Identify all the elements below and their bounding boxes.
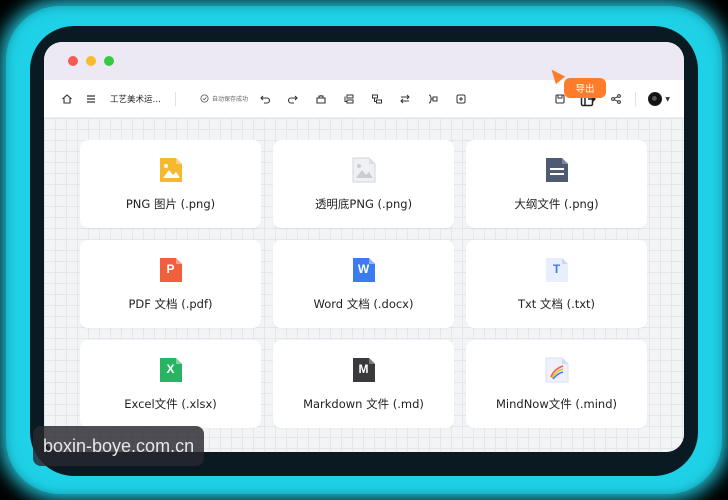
avatar[interactable]: [648, 92, 663, 106]
mindnow-file-icon: [544, 356, 570, 384]
word-letter: W: [357, 262, 370, 276]
txt-letter: T: [552, 262, 561, 276]
save-status: 自动保存成功: [200, 94, 248, 103]
transparent-png-icon: [351, 156, 377, 184]
user-menu[interactable]: ▼: [648, 92, 670, 106]
export-option-label: PDF 文档 (.pdf): [128, 297, 213, 311]
close-window-button[interactable]: [68, 56, 78, 66]
insert-topic-icon[interactable]: [340, 90, 358, 108]
toolbar-divider: [635, 92, 637, 106]
export-option-word[interactable]: W Word 文档 (.docx): [273, 240, 454, 328]
markdown-file-icon: M: [351, 356, 377, 384]
export-tooltip: 导出: [564, 78, 606, 98]
txt-file-icon: T: [544, 256, 570, 284]
export-option-txt[interactable]: T Txt 文档 (.txt): [466, 240, 647, 328]
export-option-markdown[interactable]: M Markdown 文件 (.md): [273, 340, 454, 428]
pdf-file-icon: P: [158, 256, 184, 284]
outline-file-icon: [544, 156, 570, 184]
export-option-excel[interactable]: X Excel文件 (.xlsx): [80, 340, 261, 428]
minimize-window-button[interactable]: [86, 56, 96, 66]
export-option-label: PNG 图片 (.png): [125, 197, 216, 211]
png-image-icon: [158, 156, 184, 184]
excel-file-icon: X: [158, 356, 184, 384]
toolbar-divider: [175, 91, 177, 106]
export-option-label: 透明底PNG (.png): [314, 197, 413, 211]
export-option-label: 大纲文件 (.png): [514, 197, 599, 211]
share-icon[interactable]: [605, 88, 627, 110]
export-option-png[interactable]: PNG 图片 (.png): [80, 140, 261, 228]
insert-subtopic-icon[interactable]: [368, 90, 386, 108]
redo-icon[interactable]: [284, 90, 302, 108]
excel-letter: X: [166, 362, 175, 376]
summary-icon[interactable]: [424, 90, 442, 108]
undo-icon[interactable]: [256, 90, 274, 108]
edit-tools: [256, 90, 470, 108]
export-options-grid: PNG 图片 (.png) 透明底PNG (.png) 大纲文件 (.png) …: [80, 140, 647, 428]
menu-icon[interactable]: [82, 90, 100, 108]
format-painter-icon[interactable]: [312, 90, 330, 108]
maximize-window-button[interactable]: [104, 56, 114, 66]
home-icon[interactable]: [58, 90, 76, 108]
export-option-mindnow[interactable]: MindNow文件 (.mind): [466, 340, 647, 428]
add-icon[interactable]: [452, 90, 470, 108]
pdf-letter: P: [166, 262, 175, 276]
document-title[interactable]: 工艺美术运…: [110, 93, 161, 105]
title-bar: [44, 42, 684, 80]
word-file-icon: W: [351, 256, 377, 284]
markdown-letter: M: [358, 362, 369, 376]
save-status-text: 自动保存成功: [212, 96, 249, 103]
app-window: 工艺美术运… 自动保存成功 ▼ PNG 图片 (.png) 透明底PNG (.p…: [44, 42, 684, 452]
export-option-pdf[interactable]: P PDF 文档 (.pdf): [80, 240, 261, 328]
export-option-label: Excel文件 (.xlsx): [124, 397, 217, 411]
export-option-transparent-png[interactable]: 透明底PNG (.png): [273, 140, 454, 228]
export-option-label: Txt 文档 (.txt): [517, 297, 596, 311]
export-option-label: MindNow文件 (.mind): [495, 397, 618, 411]
chevron-down-icon: ▼: [665, 95, 670, 103]
export-option-outline[interactable]: 大纲文件 (.png): [466, 140, 647, 228]
export-option-label: Word 文档 (.docx): [313, 297, 414, 311]
check-circle-icon: [200, 94, 209, 103]
relation-icon[interactable]: [396, 90, 414, 108]
export-option-label: Markdown 文件 (.md): [303, 397, 424, 411]
export-panel: PNG 图片 (.png) 透明底PNG (.png) 大纲文件 (.png) …: [44, 118, 684, 452]
watermark: boxin-boye.com.cn: [33, 426, 205, 466]
